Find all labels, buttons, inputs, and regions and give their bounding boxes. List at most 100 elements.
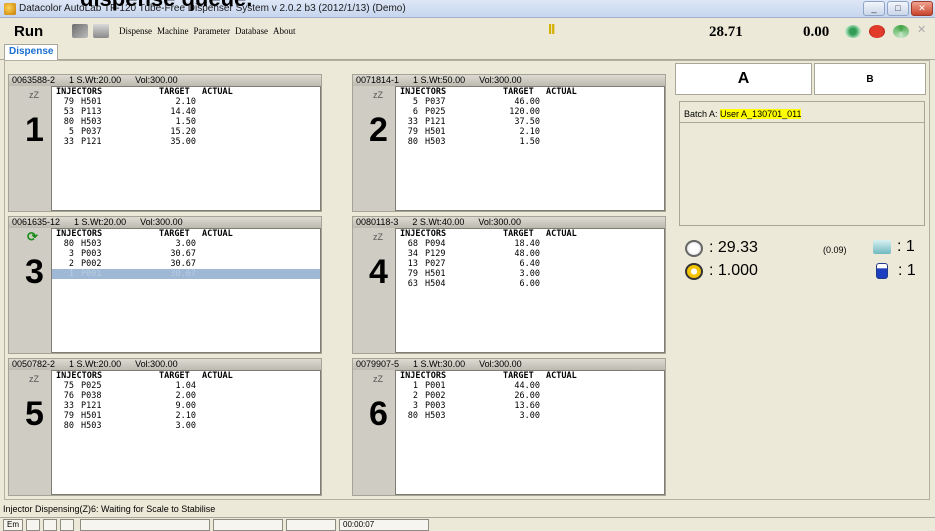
colorant-code: P094 bbox=[425, 239, 446, 249]
table-row[interactable]: 63 H504 6.00 bbox=[396, 279, 664, 289]
taskbar-button[interactable] bbox=[26, 518, 40, 531]
table-row[interactable]: 33 P121 9.00 bbox=[52, 401, 320, 411]
table-row[interactable]: 79 H501 3.00 bbox=[396, 269, 664, 279]
slot-header: 0050782-2 1 S.Wt:20.00 Vol:300.00 bbox=[9, 359, 321, 370]
queue-slot-3[interactable]: 0061635-12 1 S.Wt:20.00 Vol:300.00 ⟳ 3 INJ… bbox=[8, 216, 322, 354]
table-header: INJECTORS TARGET ACTUAL bbox=[52, 229, 320, 239]
table-row[interactable]: 5 P037 46.00 bbox=[396, 97, 664, 107]
taskbar-button[interactable] bbox=[60, 518, 74, 531]
colorant-code: P001 bbox=[425, 381, 446, 391]
stop-icon[interactable] bbox=[869, 25, 885, 38]
menu-about[interactable]: About bbox=[273, 26, 296, 36]
injector-number: 68 bbox=[407, 239, 418, 249]
colorant-code: P037 bbox=[425, 97, 446, 107]
table-row[interactable]: 2 P002 26.00 bbox=[396, 391, 664, 401]
menu-database[interactable]: Database bbox=[235, 26, 268, 36]
queue-slot-2[interactable]: 0071814-1 1 S.Wt:50.00 Vol:300.00 zZ 2 INJ… bbox=[352, 74, 666, 212]
close-app-icon[interactable]: ✕ bbox=[917, 25, 929, 38]
menu-dispense[interactable]: Dispense bbox=[119, 26, 152, 36]
table-row[interactable]: 79 H501 2.10 bbox=[396, 127, 664, 137]
maximize-icon[interactable]: □ bbox=[887, 1, 909, 16]
table-row[interactable]: 75 P025 1.04 bbox=[52, 381, 320, 391]
menu-parameter[interactable]: Parameter bbox=[194, 26, 230, 36]
table-row[interactable]: 68 P094 18.40 bbox=[396, 239, 664, 249]
target-value: 15.20 bbox=[170, 127, 196, 137]
taskbar-button[interactable] bbox=[43, 518, 57, 531]
table-row[interactable]: 3 P003 30.67 bbox=[52, 249, 320, 259]
brush-icon[interactable] bbox=[72, 24, 88, 38]
timer-icon bbox=[685, 262, 703, 280]
injector-number: 79 bbox=[407, 269, 418, 279]
table-row[interactable]: 76 P038 2.00 bbox=[52, 391, 320, 401]
sleep-icon: zZ bbox=[373, 232, 383, 242]
injector-number: 80 bbox=[407, 411, 418, 421]
table-row[interactable]: 34 P129 48.00 bbox=[396, 249, 664, 259]
home-icon[interactable] bbox=[93, 24, 109, 38]
volume: Vol:300.00 bbox=[479, 359, 522, 369]
sleep-icon: zZ bbox=[29, 374, 39, 384]
batch-id: 0080118-3 bbox=[356, 217, 399, 227]
col-actual: ACTUAL bbox=[202, 87, 233, 97]
colorant-code: P001 bbox=[81, 269, 102, 279]
table-row[interactable]: 80 H503 1.50 bbox=[396, 137, 664, 147]
slot-number: 3 bbox=[25, 253, 44, 291]
colorant-code: H503 bbox=[81, 117, 102, 127]
queue-slot-4[interactable]: 0080118-3 2 S.Wt:40.00 Vol:300.00 zZ 4 INJ… bbox=[352, 216, 666, 354]
timer-display: 00:00:07 bbox=[339, 518, 429, 531]
table-row[interactable]: 80 H503 3.00 bbox=[52, 239, 320, 249]
table-row[interactable]: 80 H503 3.00 bbox=[52, 421, 320, 431]
table-row[interactable]: 33 P121 35.00 bbox=[52, 137, 320, 147]
table-row[interactable]: 3 P003 13.60 bbox=[396, 401, 664, 411]
queue-slot-5[interactable]: 0050782-2 1 S.Wt:20.00 Vol:300.00 zZ 5 INJ… bbox=[8, 358, 322, 496]
table-row[interactable]: 80 H503 3.00 bbox=[396, 411, 664, 421]
pause-icon[interactable]: II bbox=[548, 21, 555, 38]
menu-machine[interactable]: Machine bbox=[157, 26, 189, 36]
volume: Vol:300.00 bbox=[135, 75, 178, 85]
table-row[interactable]: 79 H501 2.10 bbox=[52, 97, 320, 107]
eye-icon[interactable] bbox=[845, 25, 861, 38]
slot-number: 5 bbox=[25, 395, 44, 433]
table-row[interactable]: 33 P121 37.50 bbox=[396, 117, 664, 127]
slot-number: 2 bbox=[369, 111, 388, 149]
slot-header: 0079907-5 1 S.Wt:30.00 Vol:300.00 bbox=[353, 359, 665, 370]
injector-number: 2 bbox=[68, 259, 74, 269]
injector-table: INJECTORS TARGET ACTUAL 68 P094 18.40 34 P129… bbox=[395, 228, 665, 353]
taskbar-item[interactable]: Em bbox=[3, 518, 23, 531]
injector-table: INJECTORS TARGET ACTUAL 1 P001 44.00 2 P002 26… bbox=[395, 370, 665, 495]
batch-value: User A_130701_011 bbox=[720, 109, 802, 119]
table-row-selected[interactable]: 1 P001 30.67 bbox=[52, 269, 320, 279]
close-icon[interactable]: ✕ bbox=[911, 1, 933, 16]
injector-table: INJECTORS TARGET ACTUAL 79 H501 2.10 53 P113 1… bbox=[51, 86, 321, 211]
overlay-caption: dispense queue. bbox=[80, 0, 252, 12]
slot-header: 0061635-12 1 S.Wt:20.00 Vol:300.00 bbox=[9, 217, 321, 228]
table-row[interactable]: 1 P001 44.00 bbox=[396, 381, 664, 391]
table-row[interactable]: 6 P025 120.00 bbox=[396, 107, 664, 117]
table-row[interactable]: 2 P002 30.67 bbox=[52, 259, 320, 269]
queue-slot-1[interactable]: 0063588-2 1 S.Wt:20.00 Vol:300.00 zZ 1 INJ… bbox=[8, 74, 322, 212]
queue-slot-6[interactable]: 0079907-5 1 S.Wt:30.00 Vol:300.00 zZ 6 INJ… bbox=[352, 358, 666, 496]
run-button[interactable]: Run bbox=[14, 23, 72, 40]
tab-batch-b[interactable]: B bbox=[814, 63, 926, 95]
colorant-code: H503 bbox=[425, 411, 446, 421]
injector-number: 33 bbox=[63, 401, 74, 411]
target-value: 6.00 bbox=[519, 279, 540, 289]
tab-dispense[interactable]: Dispense bbox=[4, 44, 59, 60]
refresh-icon[interactable] bbox=[893, 25, 909, 38]
sample-weight: 2 S.Wt:40.00 bbox=[412, 217, 465, 227]
tab-batch-a[interactable]: A bbox=[675, 63, 812, 95]
injector-number: 76 bbox=[63, 391, 74, 401]
col-target: TARGET bbox=[503, 87, 534, 97]
col-target: TARGET bbox=[159, 229, 190, 239]
colorant-code: P121 bbox=[81, 137, 102, 147]
minimize-icon[interactable]: _ bbox=[863, 1, 885, 16]
taskbar-field bbox=[213, 518, 283, 531]
table-row[interactable]: 13 P027 6.40 bbox=[396, 259, 664, 269]
target-value: 48.00 bbox=[514, 249, 540, 259]
col-actual: ACTUAL bbox=[546, 87, 577, 97]
table-row[interactable]: 80 H503 1.50 bbox=[52, 117, 320, 127]
table-row[interactable]: 53 P113 14.40 bbox=[52, 107, 320, 117]
table-row[interactable]: 5 P037 15.20 bbox=[52, 127, 320, 137]
col-target: TARGET bbox=[159, 371, 190, 381]
table-row[interactable]: 79 H501 2.10 bbox=[52, 411, 320, 421]
colorant-code: H504 bbox=[425, 279, 446, 289]
